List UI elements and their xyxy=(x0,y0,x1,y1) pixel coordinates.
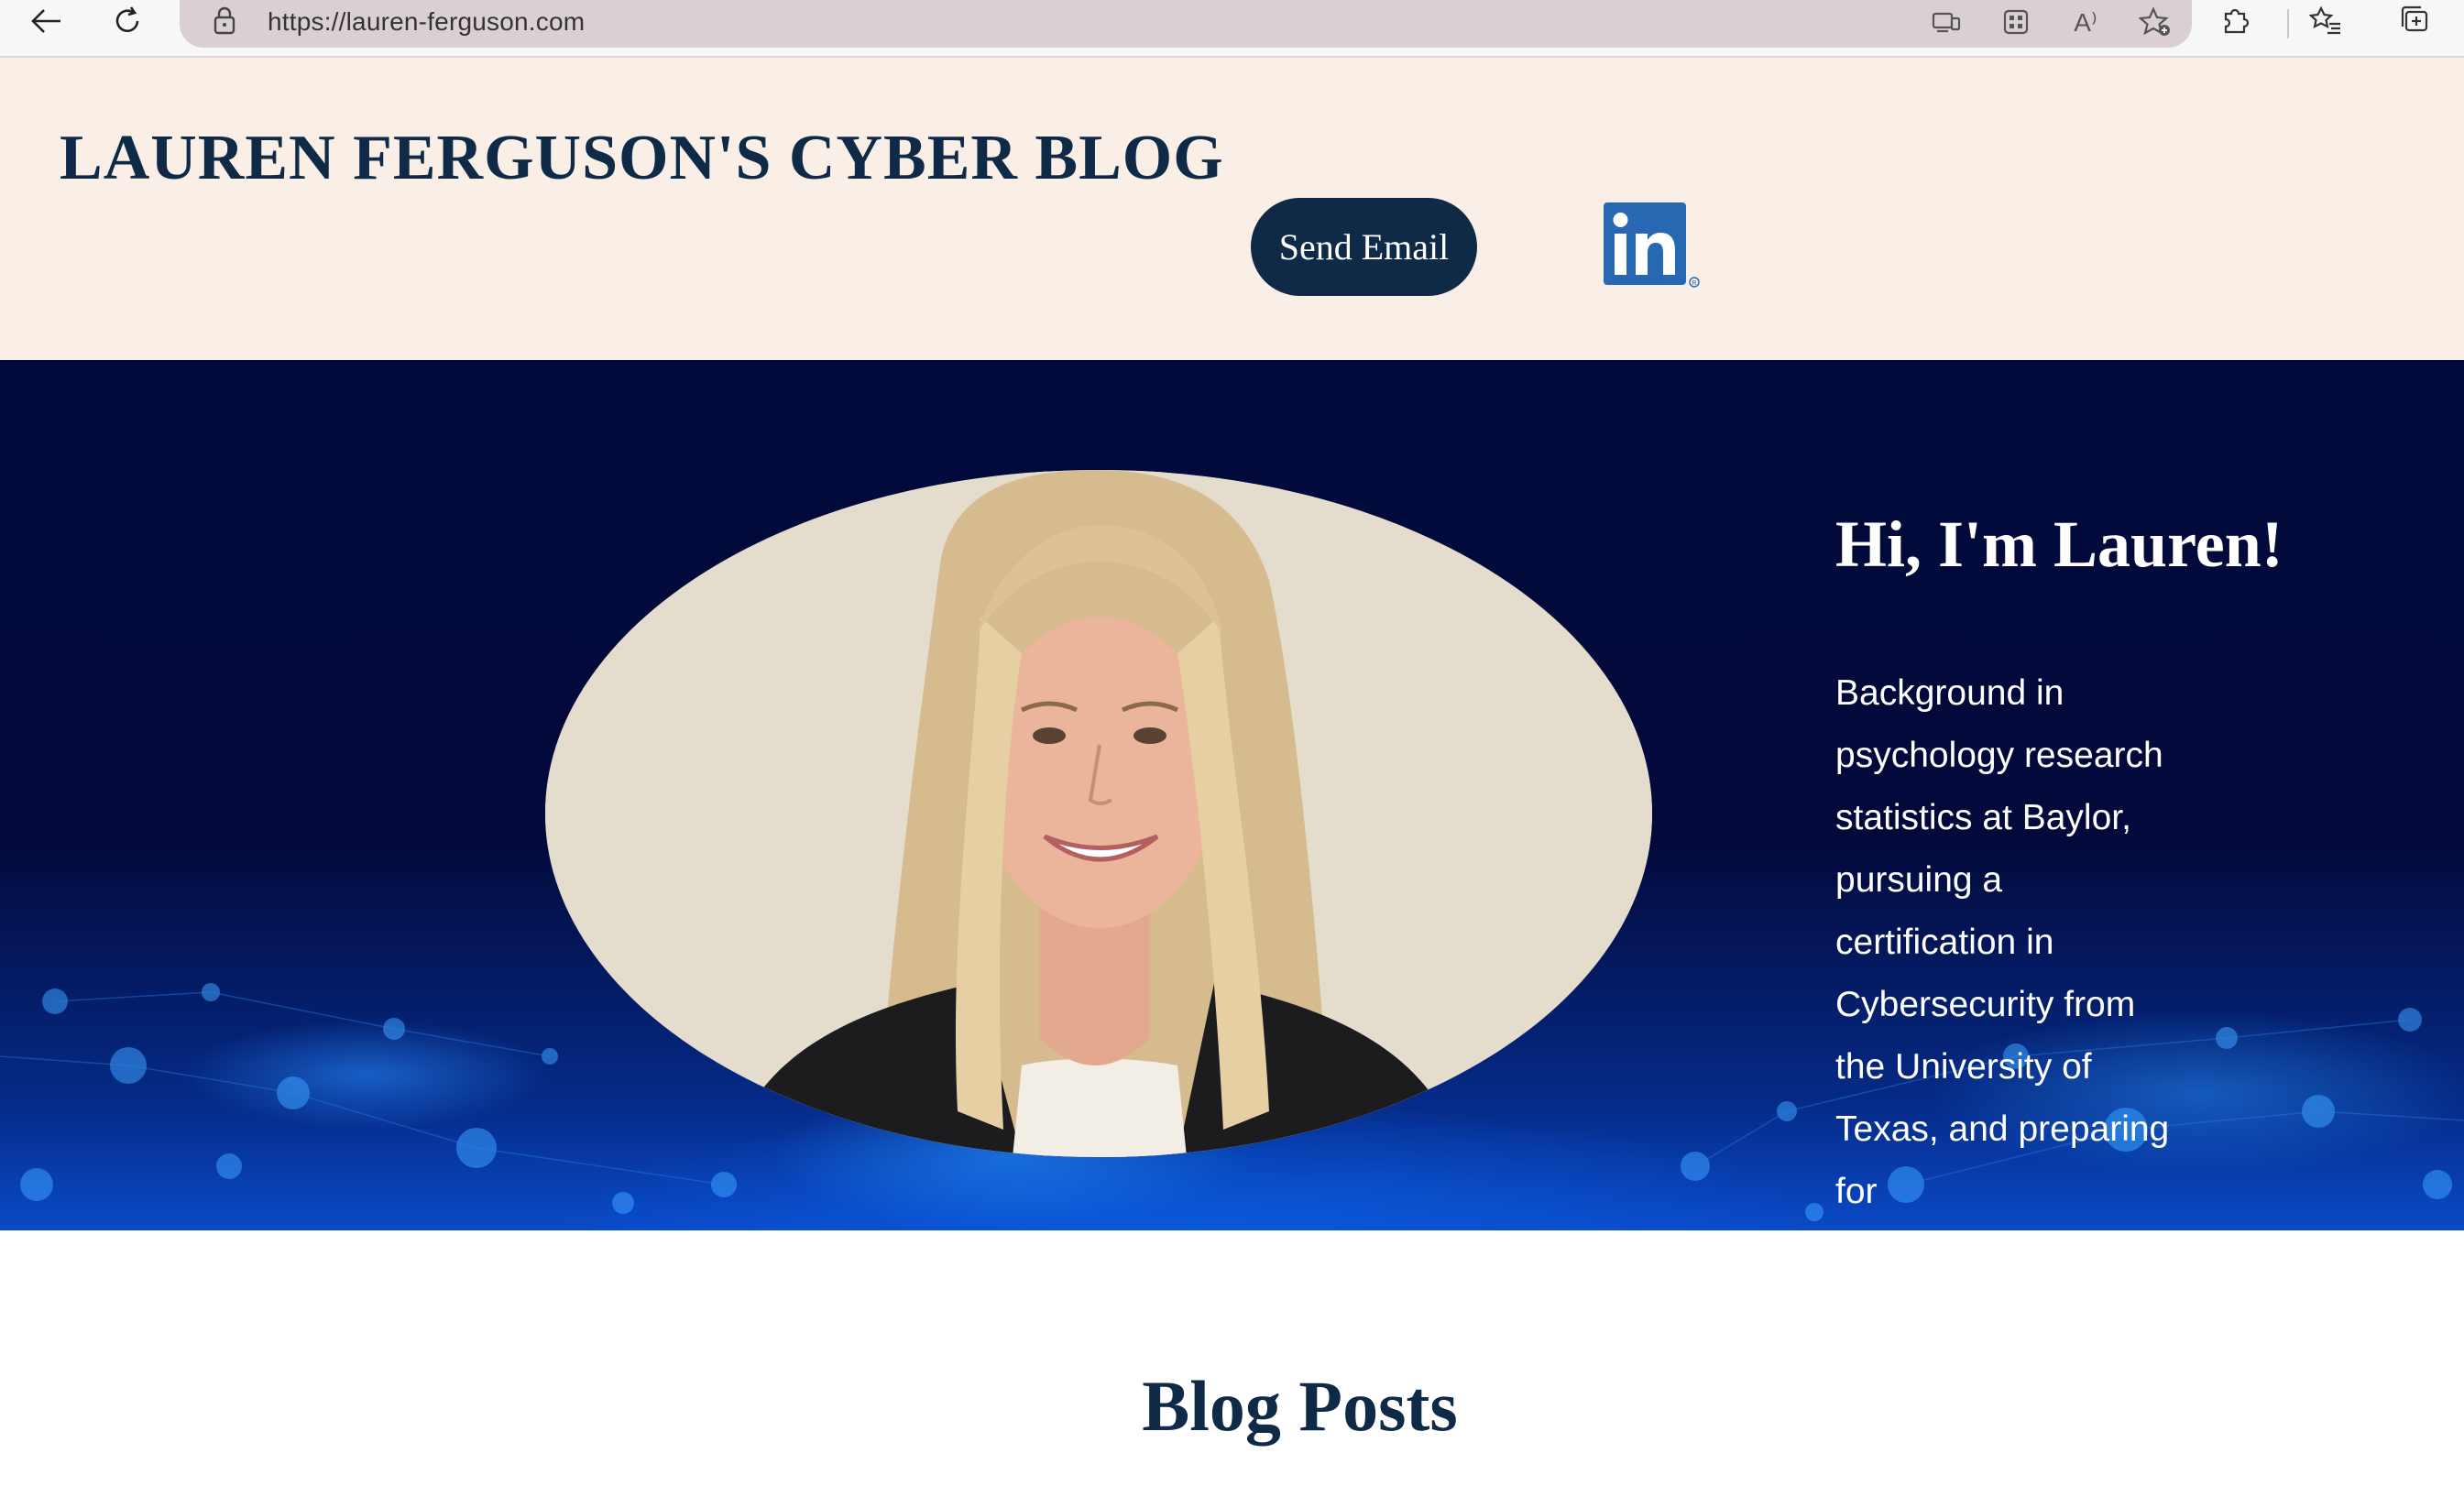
portrait-illustration xyxy=(545,470,1652,1157)
add-favorite-icon[interactable] xyxy=(2137,4,2174,40)
hero-bio: Background in psychology research statis… xyxy=(1835,673,2170,1211)
refresh-button[interactable] xyxy=(95,0,159,42)
toolbar-divider xyxy=(2287,9,2289,38)
browser-toolbar: https://lauren-ferguson.com A⁾ xyxy=(0,0,2464,58)
blog-posts-heading: Blog Posts xyxy=(1142,1366,1458,1446)
lock-icon xyxy=(214,6,235,35)
favorites-list-icon[interactable] xyxy=(2307,2,2344,38)
collections-icon[interactable] xyxy=(2397,2,2434,38)
hero-section: Hi, I'm Lauren! Background in psychology… xyxy=(0,360,2464,1230)
linkedin-link[interactable]: R xyxy=(1604,202,1704,294)
svg-text:R: R xyxy=(1692,280,1697,287)
hero-greeting: Hi, I'm Lauren! xyxy=(1835,508,2283,581)
extensions-puzzle-icon[interactable] xyxy=(2218,2,2254,38)
app-available-icon[interactable] xyxy=(1928,4,1965,40)
site-header: LAUREN FERGUSON'S CYBER BLOG Send Email … xyxy=(0,58,2464,360)
back-arrow-icon xyxy=(31,9,60,33)
extensions-grid-icon[interactable] xyxy=(1998,4,2034,40)
read-aloud-icon[interactable]: A⁾ xyxy=(2067,4,2104,40)
send-email-button[interactable]: Send Email xyxy=(1251,198,1477,296)
address-bar[interactable]: https://lauren-ferguson.com A⁾ xyxy=(180,0,2192,48)
linkedin-icon: R xyxy=(1604,202,1700,288)
refresh-icon xyxy=(115,6,139,33)
site-title[interactable]: LAUREN FERGUSON'S CYBER BLOG xyxy=(60,122,1224,195)
profile-photo xyxy=(545,470,1652,1157)
back-button[interactable] xyxy=(14,0,78,42)
url-text[interactable]: https://lauren-ferguson.com xyxy=(268,7,585,37)
